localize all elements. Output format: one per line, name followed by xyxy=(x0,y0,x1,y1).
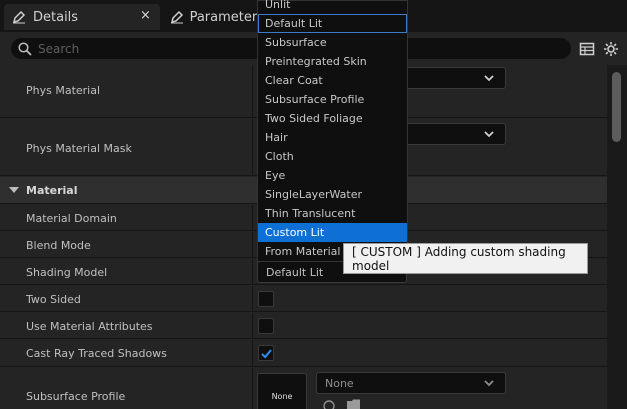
property-row-two-sided: Two Sided xyxy=(0,286,607,312)
tab-parameters-label: Parameters xyxy=(189,9,264,25)
column-divider xyxy=(252,286,253,311)
tab-details[interactable]: Details × xyxy=(4,4,160,30)
dropdown-option-thin-translucent[interactable]: Thin Translucent xyxy=(258,204,407,223)
dropdown-option-clear-coat[interactable]: Clear Coat xyxy=(258,71,407,90)
chevron-down-icon xyxy=(484,75,494,82)
chevron-down-icon xyxy=(484,380,494,387)
column-divider xyxy=(252,368,253,409)
dropdown-option-hair[interactable]: Hair xyxy=(258,128,407,147)
tab-details-label: Details xyxy=(33,9,79,25)
tab-parameters[interactable]: Parameters xyxy=(164,4,264,30)
subsurface-profile-combo[interactable]: None xyxy=(316,372,506,394)
thumbnail-label: None xyxy=(271,392,293,401)
dropdown-option-cloth[interactable]: Cloth xyxy=(258,147,407,166)
table-icon[interactable] xyxy=(579,41,595,57)
dropdown-option-two-sided-foliage[interactable]: Two Sided Foliage xyxy=(258,109,407,128)
property-label: Phys Material xyxy=(26,84,101,97)
custom-lit-tooltip: [ CUSTOM ] Adding custom shading model xyxy=(343,243,588,274)
column-divider xyxy=(252,259,253,284)
dropdown-option-subsurface-profile[interactable]: Subsurface Profile xyxy=(258,90,407,109)
column-divider xyxy=(252,119,253,175)
shading-model-dropdown: Unlit Default Lit Subsurface Preintegrat… xyxy=(257,0,408,262)
property-label: Subsurface Profile xyxy=(26,390,126,403)
subsurface-profile-thumbnail[interactable]: None xyxy=(257,373,307,409)
close-icon[interactable]: × xyxy=(140,8,151,23)
dropdown-option-custom-lit[interactable]: Custom Lit xyxy=(258,223,407,242)
dropdown-option-subsurface[interactable]: Subsurface xyxy=(258,33,407,52)
property-label: Use Material Attributes xyxy=(26,320,153,333)
shading-model-value: Default Lit xyxy=(266,266,324,279)
dropdown-option-unlit[interactable]: Unlit xyxy=(258,0,407,14)
property-label: Two Sided xyxy=(26,293,81,306)
column-divider xyxy=(252,205,253,230)
column-divider xyxy=(252,313,253,338)
property-label: Shading Model xyxy=(26,266,108,279)
subsurface-profile-value: None xyxy=(325,377,354,390)
collapse-arrow-icon[interactable] xyxy=(9,187,19,193)
property-row-use-material-attributes: Use Material Attributes xyxy=(0,313,607,339)
checkmark-icon xyxy=(261,349,272,359)
pencil-icon xyxy=(10,8,28,26)
dropdown-option-default-lit[interactable]: Default Lit xyxy=(258,14,407,33)
search-input[interactable] xyxy=(38,41,238,56)
cast-ray-traced-shadows-checkbox[interactable] xyxy=(258,345,274,361)
property-label: Material Domain xyxy=(26,212,117,225)
column-divider xyxy=(252,340,253,366)
dropdown-option-single-layer-water[interactable]: SingleLayerWater xyxy=(258,185,407,204)
property-label: Cast Ray Traced Shadows xyxy=(26,347,167,360)
column-divider xyxy=(252,232,253,257)
column-divider xyxy=(252,65,253,117)
property-row-cast-ray-traced-shadows: Cast Ray Traced Shadows xyxy=(0,340,607,367)
use-material-attributes-checkbox[interactable] xyxy=(258,318,274,334)
property-label: Blend Mode xyxy=(26,239,91,252)
scrollbar-thumb[interactable] xyxy=(612,72,621,142)
two-sided-checkbox[interactable] xyxy=(258,291,274,307)
folder-icon[interactable] xyxy=(346,398,362,409)
dropdown-option-eye[interactable]: Eye xyxy=(258,166,407,185)
search-icon xyxy=(18,41,32,56)
property-label: Phys Material Mask xyxy=(26,142,132,155)
dropdown-option-preintegrated-skin[interactable]: Preintegrated Skin xyxy=(258,52,407,71)
pencil-icon xyxy=(170,8,185,26)
chevron-down-icon xyxy=(484,131,494,138)
browse-asset-icon[interactable] xyxy=(322,399,336,409)
category-label: Material xyxy=(26,184,78,197)
gear-icon[interactable] xyxy=(603,41,619,57)
